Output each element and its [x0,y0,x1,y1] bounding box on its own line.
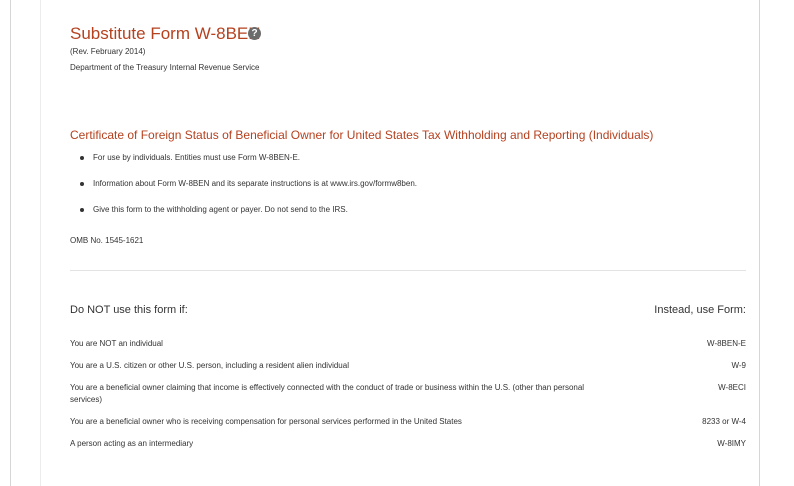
row-condition: You are a beneficial owner who is receiv… [70,417,462,426]
info-bullet: Give this form to the withholding agent … [80,205,417,231]
section-divider [70,270,746,271]
form-department: Department of the Treasury Internal Reve… [70,63,260,72]
row-form: W-9 [731,361,746,370]
instead-use-heading: Instead, use Form: [654,304,746,316]
form-revision: (Rev. February 2014) [70,47,146,56]
row-form: 8233 or W-4 [702,417,746,426]
row-condition: A person acting as an intermediary [70,439,194,448]
table-row: You are a beneficial owner claiming that… [70,382,746,406]
table-row: A person acting as an intermediary W-8IM… [70,438,746,450]
page-border-left [10,0,11,486]
row-form: W-8IMY [717,439,746,448]
info-bullet: Information about Form W-8BEN and its se… [80,179,417,205]
info-bullet: For use by individuals. Entities must us… [80,153,417,179]
row-condition: You are NOT an individual [70,339,163,348]
omb-number: OMB No. 1545-1621 [70,236,144,245]
table-row: You are NOT an individual W-8BEN-E [70,338,746,350]
do-not-use-heading: Do NOT use this form if: [70,304,188,316]
row-form: W-8BEN-E [707,339,746,348]
table-row: You are a beneficial owner who is receiv… [70,416,746,428]
table-row: You are a U.S. citizen or other U.S. per… [70,360,746,372]
row-form: W-8ECI [718,383,746,392]
question-circle-icon[interactable]: ? [248,27,261,40]
info-bullet-list: For use by individuals. Entities must us… [80,153,417,231]
row-condition: You are a U.S. citizen or other U.S. per… [70,361,349,370]
certificate-title: Certificate of Foreign Status of Benefic… [70,128,654,142]
row-condition: You are a beneficial owner claiming that… [70,383,585,404]
form-title: Substitute Form W-8BEN [70,24,261,43]
usage-table: You are NOT an individual W-8BEN-E You a… [70,338,746,450]
